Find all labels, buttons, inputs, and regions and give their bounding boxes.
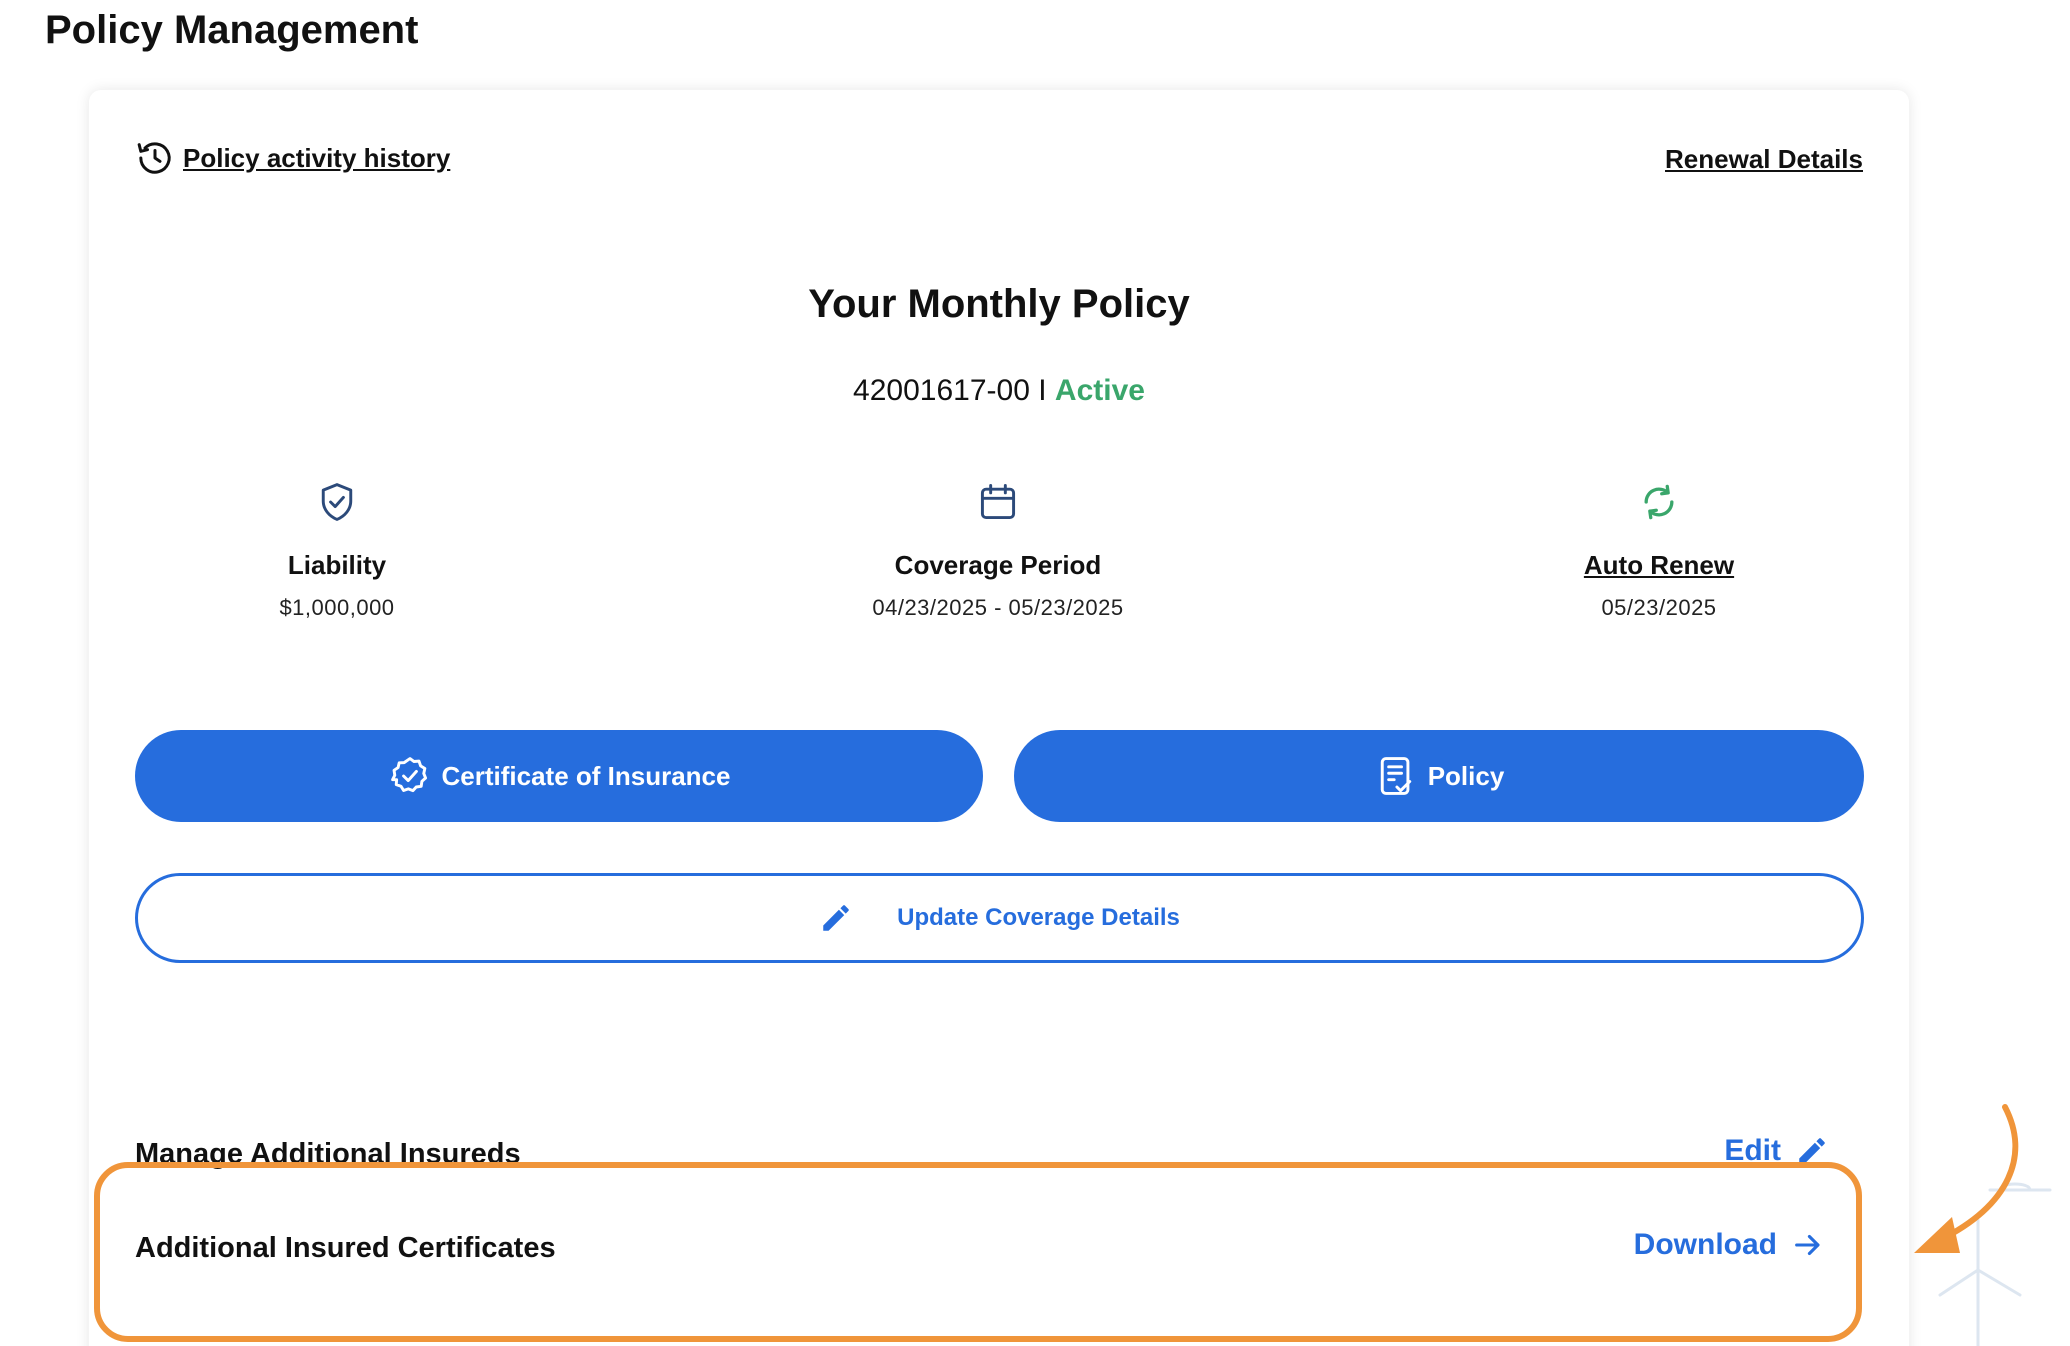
liability-label: Liability (287, 550, 387, 580)
certificate-badge-icon (390, 757, 427, 793)
policy-button[interactable]: Policy (1014, 730, 1864, 822)
stat-liability: Liability $1,000,000 (137, 480, 537, 621)
download-certificates-button[interactable]: Download (1634, 1228, 1825, 1262)
policy-separator: I (1029, 374, 1055, 407)
policy-number: 42001617-00 (853, 374, 1030, 407)
page: Policy Management Policy activity histor… (0, 0, 2070, 1346)
auto-renew-value: 05/23/2025 (1601, 595, 1717, 620)
policy-number-line: 42001617-00 I Active (89, 374, 1909, 408)
policy-status-badge: Active (1054, 374, 1145, 407)
policy-activity-history-label: Policy activity history (183, 142, 451, 173)
policy-document-icon (1380, 757, 1411, 795)
stat-coverage-period: Coverage Period 04/23/2025 - 05/23/2025 (798, 480, 1198, 621)
renewal-details-link[interactable]: Renewal Details (1665, 144, 1863, 175)
shield-check-icon (321, 483, 353, 521)
auto-renew-link[interactable]: Auto Renew (1584, 550, 1734, 581)
update-coverage-details-button[interactable]: Update Coverage Details (135, 873, 1864, 963)
liability-value: $1,000,000 (279, 595, 395, 620)
policy-button-label: Policy (1427, 760, 1505, 791)
refresh-icon (1644, 484, 1674, 520)
certificate-of-insurance-button[interactable]: Certificate of Insurance (135, 730, 983, 822)
certificate-of-insurance-label: Certificate of Insurance (441, 760, 731, 791)
calendar-icon (980, 484, 1016, 520)
coverage-period-label: Coverage Period (894, 550, 1102, 580)
pencil-icon (823, 905, 849, 931)
page-title: Policy Management (45, 8, 419, 52)
additional-insured-certificates-label: Additional Insured Certificates (135, 1232, 556, 1264)
coverage-period-value: 04/23/2025 - 05/23/2025 (872, 595, 1124, 620)
policy-activity-history-link[interactable]: Policy activity history (135, 138, 450, 178)
download-label: Download (1633, 1228, 1777, 1261)
annotation-arrow-icon (1914, 1104, 2019, 1253)
policy-heading: Your Monthly Policy (808, 282, 1190, 326)
policy-card: Policy activity history Renewal Details … (89, 90, 1909, 1346)
history-icon (137, 142, 171, 174)
stat-auto-renew: Auto Renew 05/23/2025 (1459, 480, 1859, 621)
update-coverage-details-label: Update Coverage Details (897, 904, 1180, 931)
arrow-right-icon (1795, 1234, 1820, 1256)
